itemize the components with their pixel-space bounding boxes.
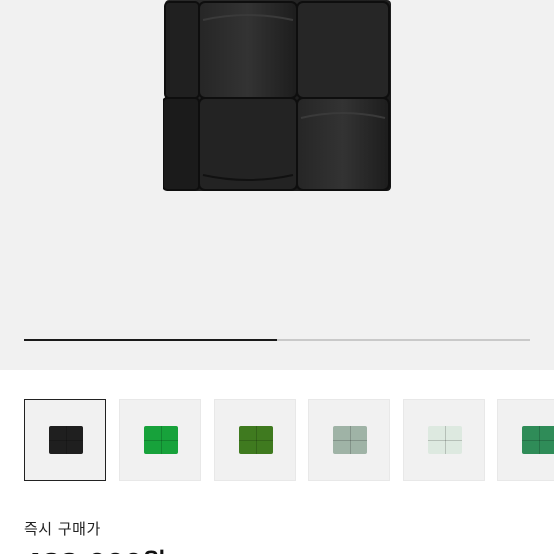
variant-thumb-olive[interactable] — [214, 399, 296, 481]
price-value: 488,000원 — [24, 543, 166, 554]
variant-thumb-sage[interactable] — [308, 399, 390, 481]
wallet-green-icon — [144, 426, 178, 454]
wallet-sage-icon — [333, 426, 367, 454]
variant-thumb-mint[interactable] — [403, 399, 485, 481]
wallet-emerald-icon — [522, 426, 554, 454]
variant-thumb-green[interactable] — [119, 399, 201, 481]
variant-thumb-emerald[interactable] — [497, 399, 554, 481]
wallet-black-icon — [49, 426, 83, 454]
instant-purchase-label: 즉시 구매가 — [24, 520, 101, 538]
product-image-area[interactable] — [0, 0, 554, 370]
gallery-progress-fill — [24, 339, 277, 341]
variant-thumb-black[interactable] — [24, 399, 106, 481]
wallet-olive-icon — [239, 426, 273, 454]
product-page: 즉시 구매가 488,000원 — [0, 0, 554, 554]
gallery-progress-bar — [24, 339, 530, 341]
variant-thumbnail-list — [0, 399, 554, 483]
bifold-wallet-icon — [162, 0, 393, 193]
wallet-mint-icon — [428, 426, 462, 454]
